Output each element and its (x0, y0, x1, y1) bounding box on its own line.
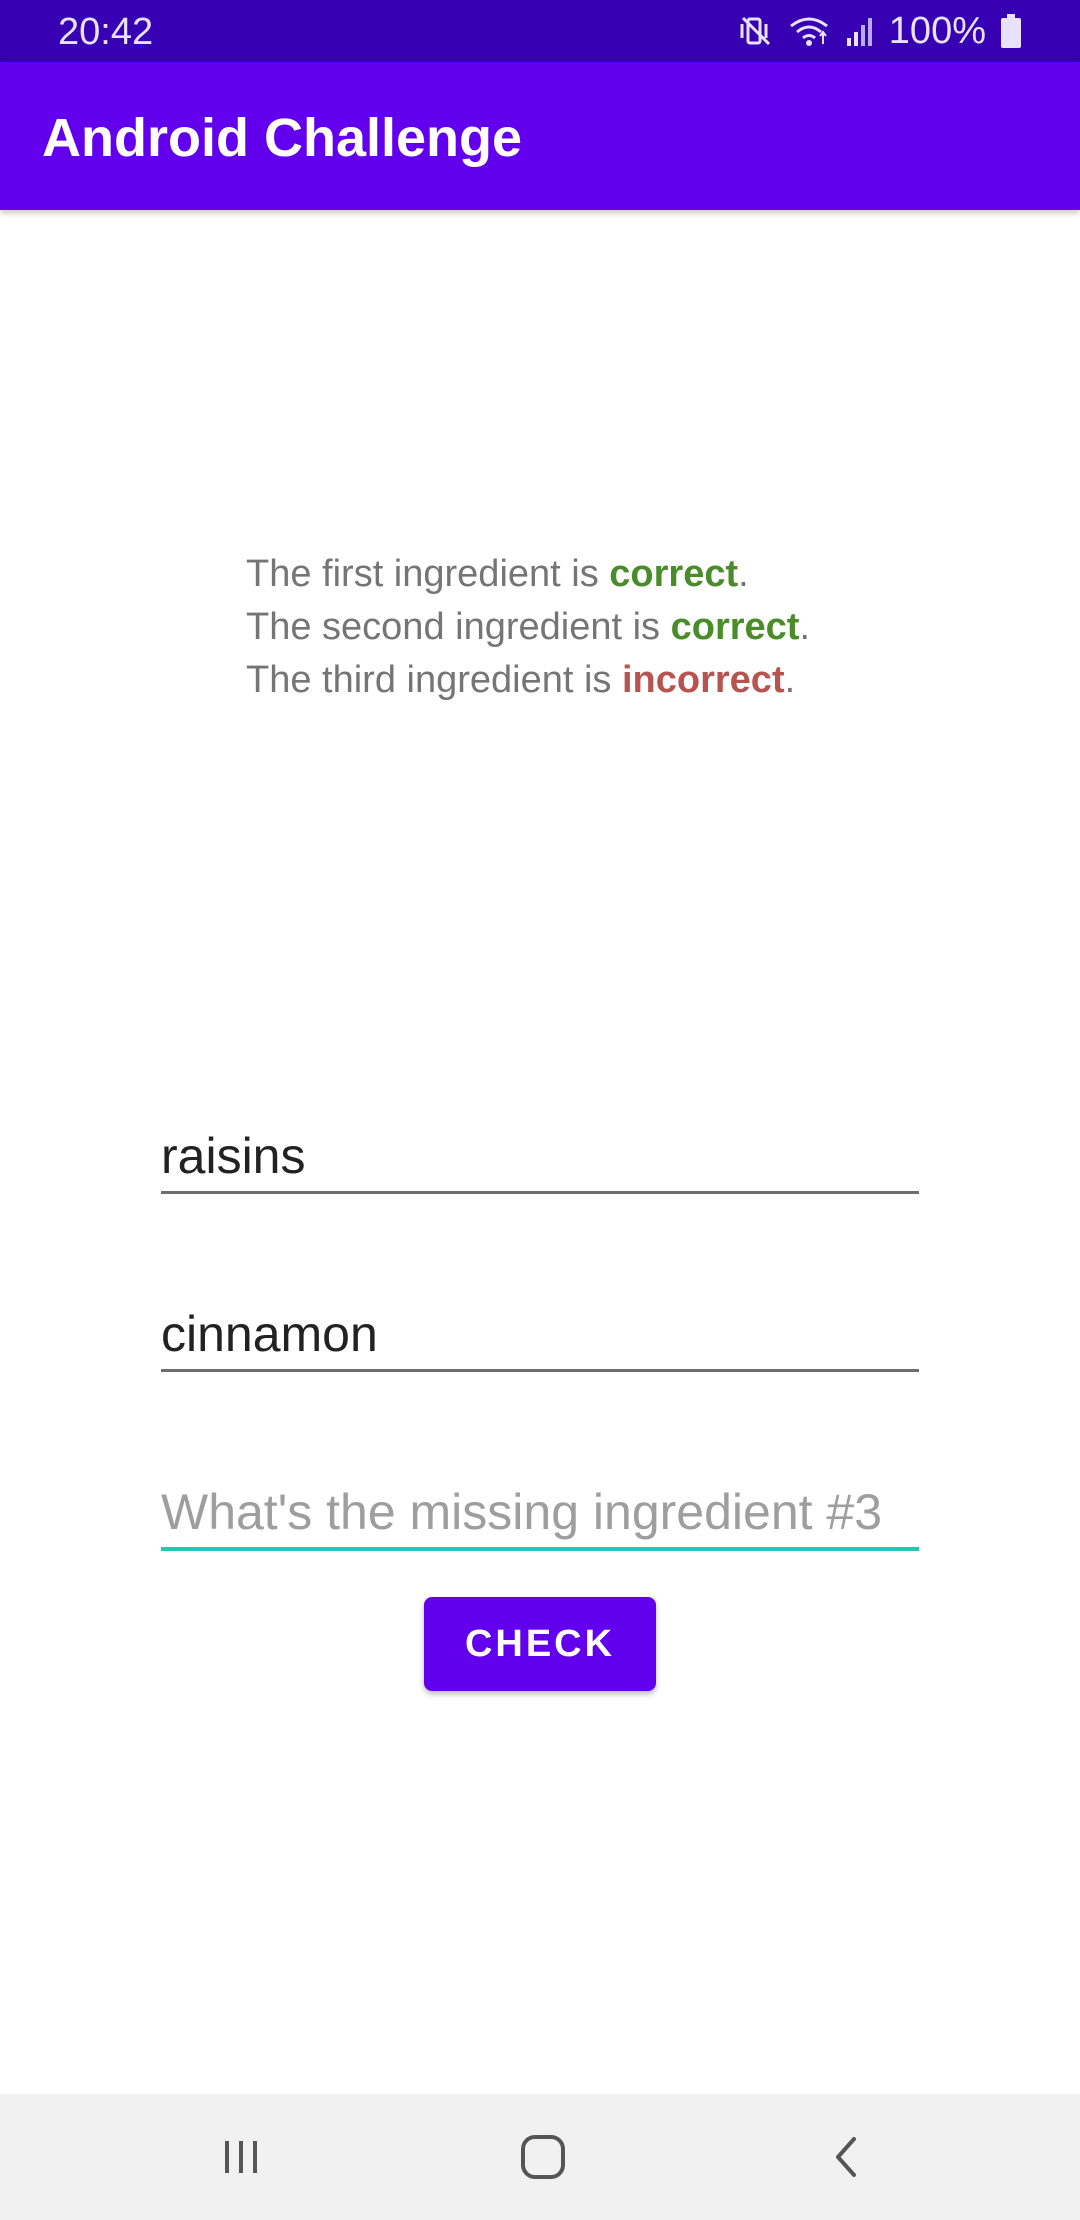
result-line-1-suffix: . (738, 553, 749, 595)
ingredient-1-input[interactable] (161, 1121, 919, 1194)
status-icons: 100% (739, 8, 1022, 54)
result-line-3: The third ingredient is incorrect. (246, 654, 946, 707)
recents-icon (219, 2135, 263, 2179)
back-button[interactable] (816, 2127, 876, 2187)
result-line-2: The second ingredient is correct. (246, 601, 946, 654)
status-time: 20:42 (58, 11, 154, 53)
mute-vibrate-icon (739, 14, 773, 48)
app-title: Android Challenge (42, 108, 523, 168)
home-icon (519, 2133, 567, 2181)
result-status-3: incorrect (621, 659, 785, 701)
result-status-2: correct (670, 606, 800, 648)
recents-button[interactable] (211, 2127, 271, 2187)
back-icon (826, 2133, 866, 2181)
result-line-3-suffix: . (784, 659, 796, 701)
wifi-icon (787, 14, 831, 48)
check-button[interactable]: CHECK (424, 1597, 656, 1691)
app-bar: Android Challenge (0, 62, 1080, 210)
result-line-3-prefix: The third ingredient is (246, 659, 622, 701)
battery-icon (1000, 13, 1022, 49)
result-line-1-prefix: The first ingredient is (246, 553, 610, 595)
home-button[interactable] (513, 2127, 573, 2187)
ingredient-2-input[interactable] (161, 1299, 919, 1372)
result-line-2-prefix: The second ingredient is (246, 606, 671, 648)
battery-level: 100% (888, 10, 986, 52)
status-bar: 20:42 100% (0, 0, 1080, 62)
result-line-1: The first ingredient is correct. (246, 548, 946, 601)
result-status-1: correct (609, 553, 739, 595)
navigation-bar (0, 2094, 1080, 2220)
result-line-2-suffix: . (799, 606, 810, 648)
signal-icon (845, 14, 875, 48)
results-message: The first ingredient is correct. The sec… (246, 548, 946, 707)
ingredient-3-input[interactable] (161, 1477, 919, 1551)
